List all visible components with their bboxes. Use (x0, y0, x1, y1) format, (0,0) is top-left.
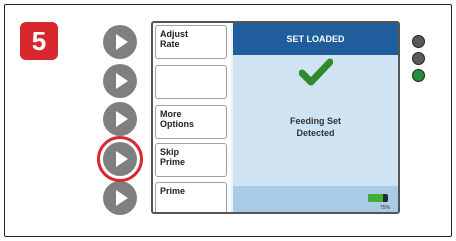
adjust-rate-key[interactable]: Adjust Rate (155, 25, 227, 59)
status-line-2: Detected (296, 128, 335, 138)
step-number: 5 (31, 25, 47, 56)
status-footer: 75% (233, 186, 398, 212)
skip-prime-key[interactable]: Skip Prime (155, 143, 227, 177)
led-indicator-top (412, 35, 425, 48)
led-indicator-bottom (412, 69, 425, 82)
status-panel: SET LOADED Feeding Set Detected 75% (233, 23, 398, 212)
status-line-1: Feeding Set (289, 116, 341, 126)
blank-key[interactable] (155, 65, 227, 99)
play-arrow-icon (116, 73, 128, 89)
more-options-key[interactable]: More Options (155, 105, 227, 139)
soft-key-3-button[interactable] (103, 102, 137, 136)
soft-key-2-button[interactable] (103, 64, 137, 98)
battery-fill (368, 194, 383, 202)
panel-title: SET LOADED (233, 23, 398, 55)
soft-key-1-button[interactable] (103, 25, 137, 59)
highlight-ring (97, 136, 143, 182)
play-arrow-icon (116, 111, 128, 127)
led-indicator-middle (412, 52, 425, 65)
battery-icon (368, 194, 388, 202)
soft-key-5-button[interactable] (103, 181, 137, 215)
device-screen: Adjust Rate More Options Skip Prime Prim… (151, 21, 400, 214)
checkmark-icon (233, 57, 398, 89)
soft-key-column: Adjust Rate More Options Skip Prime Prim… (153, 23, 231, 212)
play-arrow-icon (116, 190, 128, 206)
step-badge: 5 (20, 22, 58, 60)
status-message: Feeding Set Detected (233, 115, 398, 139)
play-arrow-icon (116, 34, 128, 50)
battery-percent: 75% (379, 205, 390, 211)
prime-key[interactable]: Prime (155, 182, 227, 212)
